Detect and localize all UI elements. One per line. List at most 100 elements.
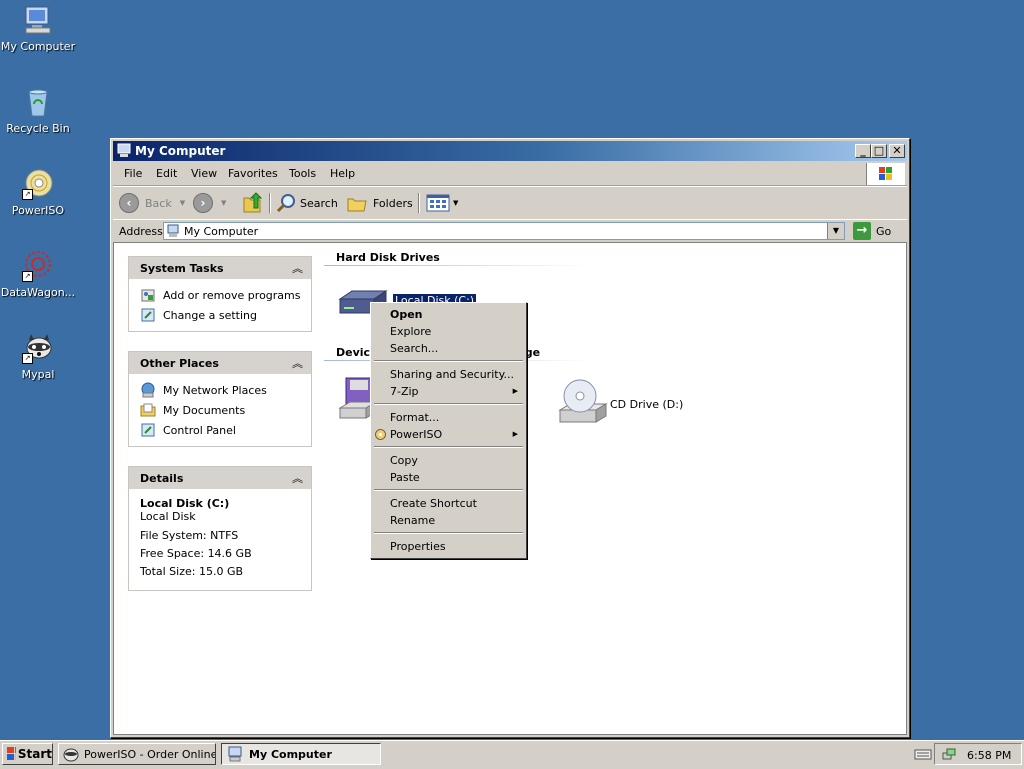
windows-logo-icon <box>7 747 16 760</box>
folders-button[interactable]: Folders <box>346 191 413 215</box>
details-body: Local Disk (C:) Local Disk File System: … <box>128 489 312 591</box>
place-label: Control Panel <box>163 423 236 437</box>
collapse-chevron-icon[interactable]: ︽ <box>292 355 303 371</box>
cd-drive-label[interactable]: CD Drive (D:) <box>610 398 683 411</box>
system-tasks-body: Add or remove programs Change a setting <box>128 279 312 332</box>
task-change-setting[interactable]: Change a setting <box>140 305 311 325</box>
views-button[interactable]: ▼ <box>426 191 458 215</box>
ctx-search[interactable]: Search... <box>390 342 438 355</box>
taskbar: Start PowerISO - Order Online... My Comp… <box>0 740 1024 769</box>
back-button[interactable]: ‹ Back ▼ <box>119 191 185 215</box>
ctx-copy[interactable]: Copy <box>390 454 418 467</box>
address-input[interactable]: My Computer ▼ <box>163 222 845 240</box>
ctx-properties[interactable]: Properties <box>390 540 446 553</box>
system-tasks-header[interactable]: System Tasks ︽ <box>128 256 312 279</box>
address-value: My Computer <box>184 225 259 238</box>
menu-tools[interactable]: Tools <box>289 167 316 180</box>
desktop-icon-label: Recycle Bin <box>6 122 70 135</box>
details-header[interactable]: Details ︽ <box>128 466 312 489</box>
poweriso-icon: ↗ <box>22 168 54 200</box>
other-places-header[interactable]: Other Places ︽ <box>128 351 312 374</box>
desktop-icon-label: PowerISO <box>11 204 65 217</box>
minimize-button[interactable]: _ <box>855 144 871 158</box>
ctx-7zip[interactable]: 7-Zip <box>390 385 419 398</box>
details-pane: Details ︽ Local Disk (C:) Local Disk Fil… <box>128 466 312 591</box>
menu-bar: File Edit View Favorites Tools Help <box>113 163 907 186</box>
submenu-arrow-icon: ▶ <box>512 387 518 395</box>
start-label: Start <box>17 747 52 761</box>
keyboard-icon[interactable] <box>914 747 932 761</box>
start-button[interactable]: Start <box>2 743 53 765</box>
taskbar-my-computer[interactable]: My Computer <box>221 743 381 765</box>
address-bar: Address My Computer ▼ → Go <box>113 219 907 242</box>
taskbar-poweriso-order[interactable]: PowerISO - Order Online... <box>58 743 216 765</box>
forward-arrow-icon: › <box>193 193 213 213</box>
menu-help[interactable]: Help <box>330 167 355 180</box>
up-folder-button[interactable] <box>241 191 263 215</box>
menu-view[interactable]: View <box>191 167 217 180</box>
clock[interactable]: 6:58 PM <box>967 749 1011 762</box>
chevron-down-icon: ▼ <box>221 199 227 207</box>
ctx-create-shortcut[interactable]: Create Shortcut <box>390 497 477 510</box>
desktop-icon-poweriso[interactable]: ↗ PowerISO <box>0 168 76 217</box>
menu-edit[interactable]: Edit <box>156 167 177 180</box>
desktop-icon-datawagon[interactable]: ↗ DataWagon... <box>0 250 76 299</box>
details-file-system: File System: NTFS <box>140 529 239 542</box>
ctx-rename[interactable]: Rename <box>390 514 435 527</box>
datawagon-icon: ↗ <box>22 250 54 282</box>
network-status-icon[interactable] <box>941 747 957 763</box>
desktop-icon-recycle-bin[interactable]: Recycle Bin <box>0 86 76 135</box>
details-free-space: Free Space: 14.6 GB <box>140 547 252 560</box>
chevron-down-icon: ▼ <box>179 199 186 207</box>
collapse-chevron-icon[interactable]: ︽ <box>292 470 303 486</box>
shortcut-arrow-icon: ↗ <box>22 353 33 364</box>
desktop-icon-label: Mypal <box>21 368 55 381</box>
place-label: My Network Places <box>163 383 267 397</box>
window-titlebar[interactable]: My Computer _ □ ✕ <box>113 141 907 161</box>
forward-button[interactable]: › ▼ <box>193 191 226 215</box>
go-label: Go <box>876 224 892 238</box>
ctx-poweriso[interactable]: PowerISO <box>390 428 442 441</box>
ctx-explore[interactable]: Explore <box>390 325 431 338</box>
submenu-arrow-icon: ▶ <box>512 430 518 438</box>
ctx-separator <box>374 489 523 491</box>
maximize-button[interactable]: □ <box>871 144 887 158</box>
close-button[interactable]: ✕ <box>889 144 905 158</box>
search-button[interactable]: Search <box>275 191 338 215</box>
desktop-icon-mypal[interactable]: ↗ Mypal <box>0 332 76 381</box>
ctx-open[interactable]: Open <box>390 308 423 321</box>
cd-drive-item[interactable] <box>558 376 608 429</box>
place-my-network-places[interactable]: My Network Places <box>140 380 311 400</box>
collapse-chevron-icon[interactable]: ︽ <box>292 260 303 276</box>
computer-icon <box>167 224 179 238</box>
ctx-paste[interactable]: Paste <box>390 471 420 484</box>
other-places-body: My Network Places My Documents Control P… <box>128 374 312 447</box>
folders-label: Folders <box>373 196 413 210</box>
pane-title: Other Places <box>140 357 219 370</box>
ctx-separator <box>374 446 523 448</box>
menu-file[interactable]: File <box>124 167 142 180</box>
go-button[interactable]: → Go <box>853 222 891 240</box>
toolbar-separator <box>269 193 271 213</box>
standard-toolbar: ‹ Back ▼ › ▼ Search Folders ▼ <box>113 186 907 220</box>
task-add-remove-programs[interactable]: Add or remove programs <box>140 285 311 305</box>
ctx-sharing-security[interactable]: Sharing and Security... <box>390 368 514 381</box>
section-divider <box>324 265 594 266</box>
shortcut-arrow-icon: ↗ <box>22 189 33 200</box>
menu-favorites[interactable]: Favorites <box>228 167 278 180</box>
up-arrow-icon <box>243 192 263 213</box>
ctx-format[interactable]: Format... <box>390 411 439 424</box>
address-dropdown-button[interactable]: ▼ <box>827 223 844 239</box>
shortcut-arrow-icon: ↗ <box>22 271 33 282</box>
mypal-raccoon-icon <box>63 748 79 762</box>
pane-title: Details <box>140 472 184 485</box>
desktop-icon-my-computer[interactable]: My Computer <box>0 4 76 53</box>
window-title: My Computer <box>135 144 226 158</box>
chevron-down-icon: ▼ <box>453 199 459 207</box>
desktop-icon-label: My Computer <box>0 40 76 53</box>
task-label: Add or remove programs <box>163 288 301 302</box>
search-label: Search <box>300 196 338 210</box>
place-my-documents[interactable]: My Documents <box>140 400 311 420</box>
place-control-panel[interactable]: Control Panel <box>140 420 311 440</box>
network-places-icon <box>140 382 156 398</box>
